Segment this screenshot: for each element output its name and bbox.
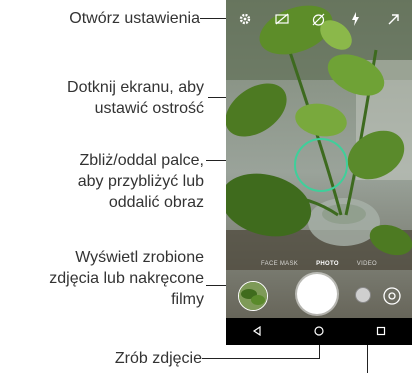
scene-icon[interactable] <box>383 9 403 29</box>
gallery-thumbnail[interactable] <box>238 281 268 311</box>
filter-icon[interactable] <box>355 287 371 303</box>
android-nav-bar <box>226 318 412 345</box>
callout-take-photo: Zrób zdjęcie <box>114 350 202 367</box>
callout-pinch-zoom-line2: aby przybliżyć lub <box>77 173 204 190</box>
gear-icon[interactable] <box>235 9 255 29</box>
home-icon[interactable] <box>314 323 324 341</box>
focus-ring <box>294 138 348 192</box>
callout-tap-to-focus: Dotknij ekranu, aby ustawić ostrość <box>4 77 204 119</box>
leader-shoot-h <box>202 358 320 359</box>
camera-top-bar <box>226 0 412 38</box>
callout-view-gallery-line2: zdjęcia lub nakręcone <box>49 270 204 287</box>
callout-tap-to-focus-line1: Dotknij ekranu, aby <box>67 79 204 96</box>
flash-auto-icon[interactable] <box>346 9 366 29</box>
callout-view-gallery: Wyświetl zrobione zdjęcia lub nakręcone … <box>4 247 204 310</box>
callout-view-gallery-line3: filmy <box>171 291 204 308</box>
callout-pinch-zoom-line1: Zbliż/oddal palce, <box>79 152 204 169</box>
callout-tap-to-focus-line2: ustawić ostrość <box>94 100 204 117</box>
timer-off-icon[interactable] <box>309 9 329 29</box>
back-icon[interactable] <box>252 323 262 341</box>
shutter-button[interactable] <box>297 274 337 314</box>
callout-open-settings: Otwórz ustawienia <box>69 10 200 27</box>
camera-screen[interactable]: FACE MASK PHOTO VIDEO <box>226 0 412 345</box>
recents-icon[interactable] <box>376 323 386 341</box>
callout-view-gallery-line1: Wyświetl zrobione <box>75 249 204 266</box>
hdr-off-icon[interactable] <box>272 9 292 29</box>
callout-pinch-zoom: Zbliż/oddal palce, aby przybliżyć lub od… <box>4 150 204 213</box>
capture-controls <box>226 272 412 318</box>
callout-pinch-zoom-line3: oddalić obraz <box>108 194 204 211</box>
switch-camera-icon[interactable] <box>382 286 402 306</box>
